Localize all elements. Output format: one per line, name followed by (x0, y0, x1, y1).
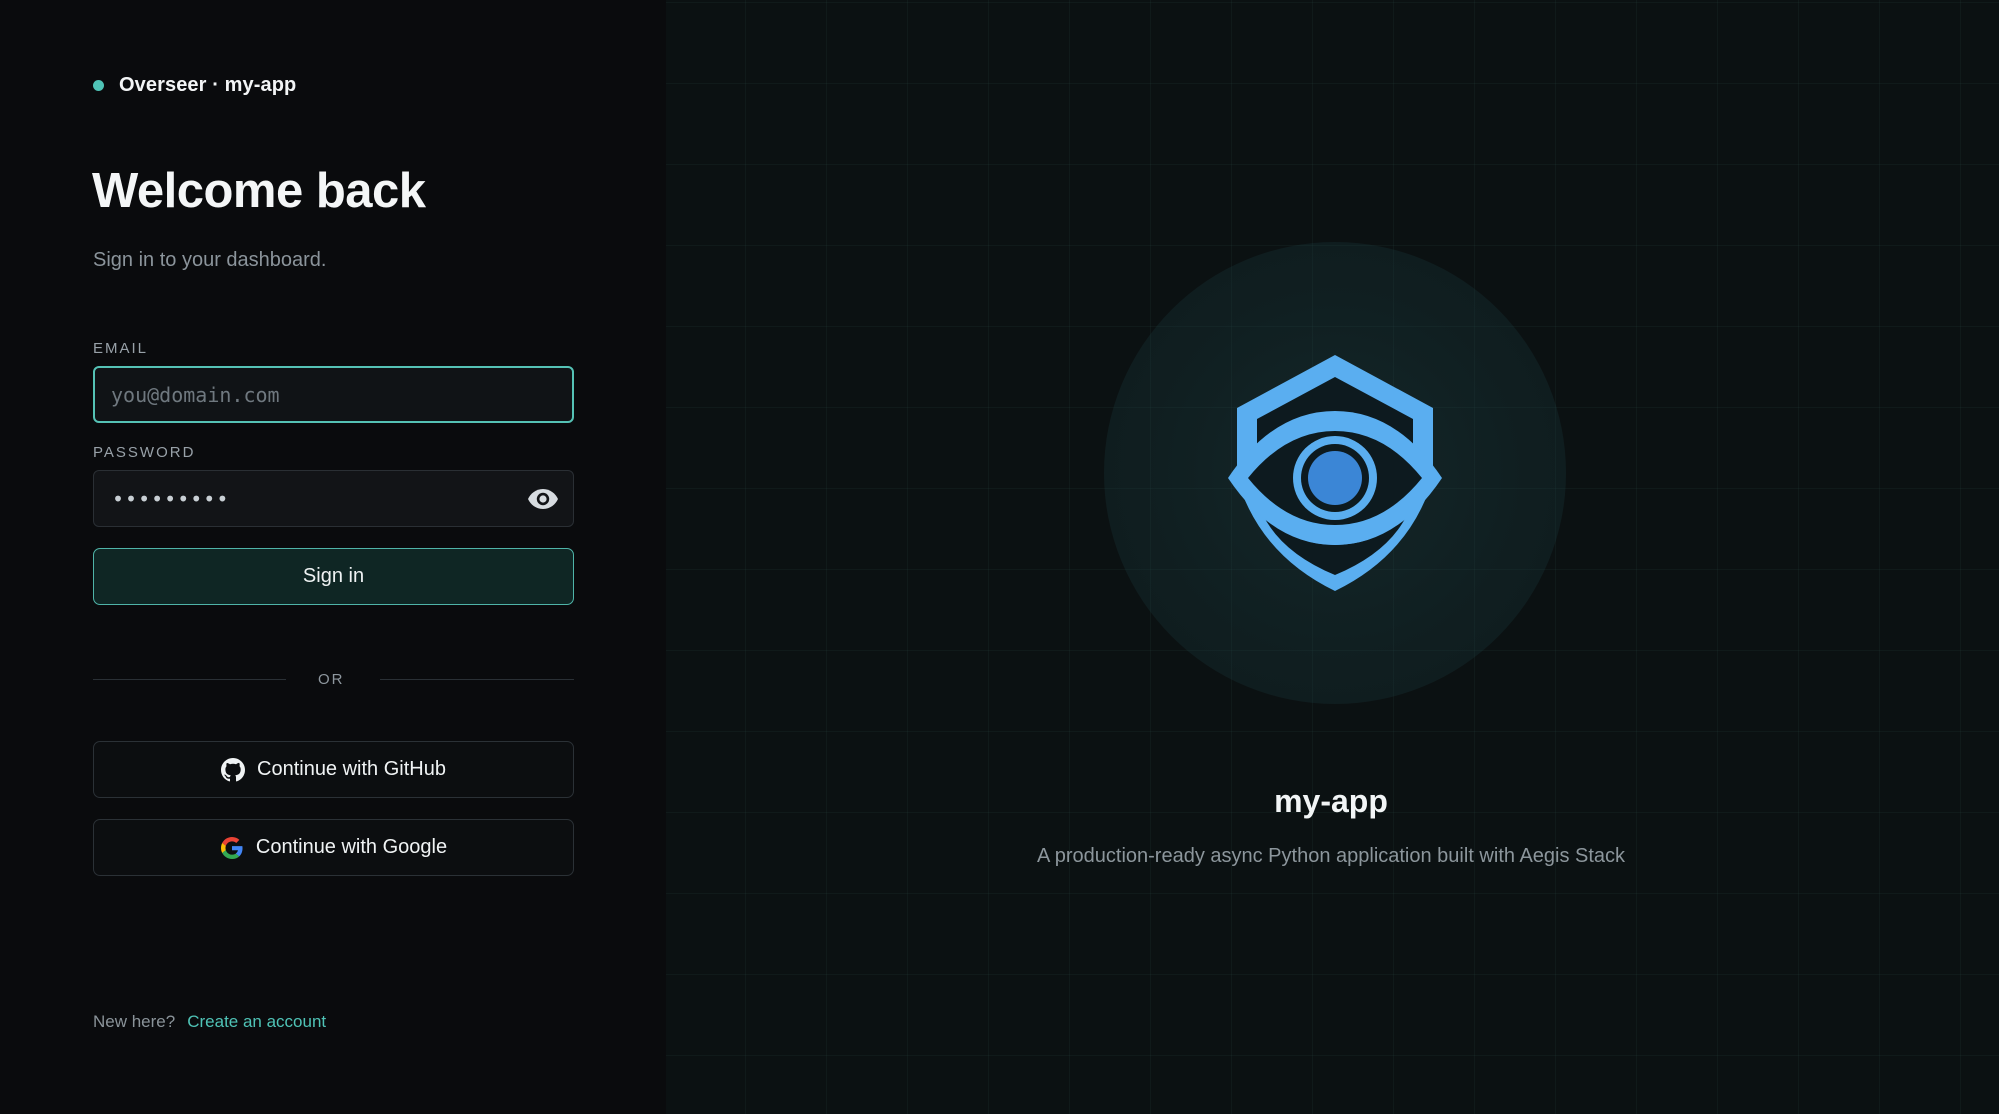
page-title: Welcome back (92, 164, 426, 218)
github-login-label: Continue with GitHub (257, 758, 446, 780)
app-description: A production-ready async Python applicat… (1036, 845, 1626, 867)
password-label: PASSWORD (93, 444, 196, 461)
divider-left (93, 679, 286, 680)
status-dot (93, 80, 104, 91)
app-name: my-app (1274, 783, 1388, 819)
show-password-toggle[interactable] (526, 485, 560, 513)
or-divider-label: OR (318, 671, 345, 688)
brand: Overseer · my-app (93, 74, 296, 97)
create-account-link[interactable]: Create an account (187, 1012, 326, 1032)
brand-name: Overseer · my-app (119, 74, 297, 96)
password-field[interactable] (93, 470, 574, 527)
login-page: Overseer · my-app Welcome back Sign in t… (0, 0, 1999, 1114)
divider-right (380, 679, 574, 680)
github-login-button[interactable]: Continue with GitHub (93, 741, 574, 798)
email-field[interactable] (93, 366, 574, 423)
google-login-label: Continue with Google (255, 836, 448, 858)
github-icon (221, 757, 245, 782)
hero-panel: my-app A production-ready async Python a… (666, 0, 1999, 1114)
email-label: EMAIL (93, 340, 149, 357)
google-login-button[interactable]: Continue with Google (93, 819, 574, 876)
eye-icon (528, 489, 558, 509)
signup-prompt: New here? Create an account (93, 1012, 326, 1032)
sign-in-button[interactable]: Sign in (93, 548, 574, 605)
signup-prompt-text: New here? (93, 1012, 176, 1031)
page-subtitle: Sign in to your dashboard. (93, 249, 327, 271)
shield-eye-icon (1228, 355, 1442, 591)
google-icon (220, 836, 244, 860)
login-panel: Overseer · my-app Welcome back Sign in t… (0, 0, 666, 1114)
